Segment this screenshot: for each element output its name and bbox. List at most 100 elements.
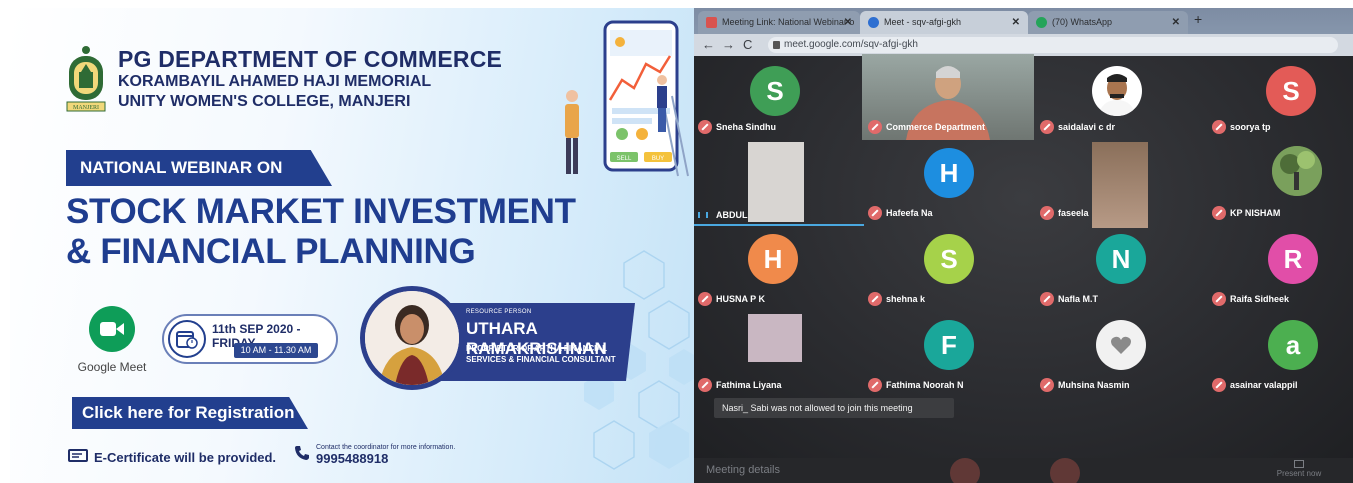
participant-name: ABDUL xyxy=(716,210,748,220)
participant-tile[interactable]: H HUSNA P K xyxy=(694,228,864,314)
participant-name: faseela xyxy=(1058,208,1089,218)
participant-name: Commerce Department xyxy=(886,122,986,132)
mic-toggle-button[interactable] xyxy=(950,458,980,483)
reload-icon[interactable]: C xyxy=(743,37,752,52)
avatar: S xyxy=(750,66,800,116)
avatar: H xyxy=(924,148,974,198)
resource-desc-line1: PROPRIETOR OF ARTHA FINANCIAL xyxy=(466,344,608,353)
e-certificate-note: E-Certificate will be provided. xyxy=(68,449,276,466)
participant-name: Hafeefa Na xyxy=(886,208,933,218)
new-tab-button[interactable]: + xyxy=(1194,11,1202,27)
webinar-poster: MANJERI PG DEPARTMENT OF COMMERCE KORAMB… xyxy=(10,8,694,483)
webinar-title-line1: STOCK MARKET INVESTMENT xyxy=(66,192,576,231)
participant-tile[interactable]: H Hafeefa Na xyxy=(864,142,1036,228)
mic-off-icon xyxy=(698,120,712,134)
college-name-line1: KORAMBAYIL AHAMED HAJI MEMORIAL xyxy=(118,73,432,90)
certificate-icon xyxy=(68,449,88,466)
participant-tile[interactable]: a asainar valappil xyxy=(1208,314,1353,400)
mic-off-icon xyxy=(1040,206,1054,220)
participant-name: soorya tp xyxy=(1230,122,1271,132)
participant-tile[interactable]: faseela xyxy=(1036,142,1208,228)
meeting-details-button[interactable]: Meeting details xyxy=(706,464,780,476)
registration-button[interactable]: Click here for Registration xyxy=(72,397,308,429)
participant-name: KP NISHAM xyxy=(1230,208,1281,218)
participant-tile[interactable]: S Sneha Sindhu xyxy=(694,56,864,142)
participant-name: saidalavi c dr xyxy=(1058,122,1116,132)
participant-name: Muhsina Nasmin xyxy=(1058,380,1130,390)
whatsapp-icon xyxy=(1036,17,1047,28)
mic-off-icon xyxy=(868,378,882,392)
participant-tile[interactable]: Commerce Department xyxy=(862,54,1036,142)
google-meet-badge: Google Meet xyxy=(72,306,152,374)
meet-screen-photo: Meeting Link: National Webinar o ✕ Meet … xyxy=(694,8,1353,483)
mic-off-icon xyxy=(1040,120,1054,134)
video-feed xyxy=(1092,142,1148,228)
participant-tile[interactable]: Fathima Liyana xyxy=(694,314,864,400)
video-feed xyxy=(748,142,804,222)
participant-tile[interactable]: ABDUL xyxy=(694,142,864,228)
participant-name: asainar valappil xyxy=(1230,380,1298,390)
contact-note: Contact the coordinator for more informa… xyxy=(316,444,456,451)
participant-tile[interactable]: Muhsina Nasmin xyxy=(1036,314,1208,400)
contact-phone[interactable]: 9995488918 xyxy=(316,451,455,466)
buy-label: BUY xyxy=(652,156,664,162)
present-now-button[interactable]: Present now xyxy=(1264,458,1334,478)
mic-off-icon xyxy=(1040,378,1054,392)
tab-meet[interactable]: Meet - sqv-afgi-gkh ✕ xyxy=(860,11,1028,34)
mic-off-icon xyxy=(698,378,712,392)
department-heading: PG DEPARTMENT OF COMMERCE KORAMBAYIL AHA… xyxy=(118,46,578,112)
mic-off-icon xyxy=(1212,120,1226,134)
resource-person-photo xyxy=(360,286,464,390)
participant-name: shehna k xyxy=(886,294,926,304)
avatar xyxy=(1092,66,1142,116)
avatar xyxy=(1096,320,1146,370)
avatar xyxy=(1272,146,1322,196)
speaking-indicator-icon xyxy=(698,212,708,218)
close-icon[interactable]: ✕ xyxy=(844,11,852,34)
camera-toggle-button[interactable] xyxy=(1050,458,1080,483)
close-icon[interactable]: ✕ xyxy=(1012,11,1020,34)
tab-gmail[interactable]: Meeting Link: National Webinar o ✕ xyxy=(698,11,860,34)
mic-off-icon xyxy=(868,206,882,220)
department-name: PG DEPARTMENT OF COMMERCE xyxy=(118,46,503,72)
resource-person-role: RESOURCE PERSON xyxy=(466,309,532,315)
contact-info: Contact the coordinator for more informa… xyxy=(294,444,455,466)
lock-icon xyxy=(773,41,780,49)
tab-whatsapp[interactable]: (70) WhatsApp ✕ xyxy=(1028,11,1188,34)
participant-tile[interactable]: S soorya tp xyxy=(1208,56,1353,142)
participant-tile[interactable]: KP NISHAM xyxy=(1208,142,1353,228)
mic-off-icon xyxy=(1212,378,1226,392)
participant-tile[interactable]: F Fathima Noorah N xyxy=(864,314,1036,400)
video-feed xyxy=(748,314,802,362)
participant-name: Nafla M.T xyxy=(1058,294,1099,304)
tab-label: Meet - sqv-afgi-gkh xyxy=(884,17,962,27)
mic-off-icon xyxy=(1040,292,1054,306)
avatar: H xyxy=(748,234,798,284)
google-meet-label: Google Meet xyxy=(77,360,147,374)
forward-arrow-icon[interactable]: → xyxy=(722,37,735,52)
mic-off-icon xyxy=(1212,206,1226,220)
college-name-line2: UNITY WOMEN'S COLLEGE, MANJERI xyxy=(118,93,411,110)
participant-tile[interactable]: R Raifa Sidheek xyxy=(1208,228,1353,314)
tab-label: Meeting Link: National Webinar o xyxy=(722,17,855,27)
phone-icon xyxy=(294,445,310,466)
logo-caption: MANJERI xyxy=(73,105,99,111)
participant-tile[interactable]: N Nafla M.T xyxy=(1036,228,1208,314)
gmail-icon xyxy=(706,17,717,28)
close-icon[interactable]: ✕ xyxy=(1172,11,1180,34)
webinar-title-line2: & FINANCIAL PLANNING xyxy=(66,232,476,271)
meet-bottom-bar: Meeting details Present now xyxy=(694,458,1353,483)
back-arrow-icon[interactable]: ← xyxy=(702,37,715,52)
webinar-title: STOCK MARKET INVESTMENT & FINANCIAL PLAN… xyxy=(66,192,576,272)
participant-name: Raifa Sidheek xyxy=(1230,294,1290,304)
meet-icon xyxy=(868,17,879,28)
avatar: S xyxy=(1266,66,1316,116)
present-icon xyxy=(1294,460,1304,468)
mic-off-icon xyxy=(698,292,712,306)
participant-tile[interactable]: S shehna k xyxy=(864,228,1036,314)
mic-off-icon xyxy=(868,292,882,306)
participant-tile[interactable]: saidalavi c dr xyxy=(1036,56,1208,142)
url-input[interactable]: meet.google.com/sqv-afgi-gkh xyxy=(768,37,1338,53)
mic-off-icon xyxy=(1212,292,1226,306)
sell-label: SELL xyxy=(617,156,632,162)
